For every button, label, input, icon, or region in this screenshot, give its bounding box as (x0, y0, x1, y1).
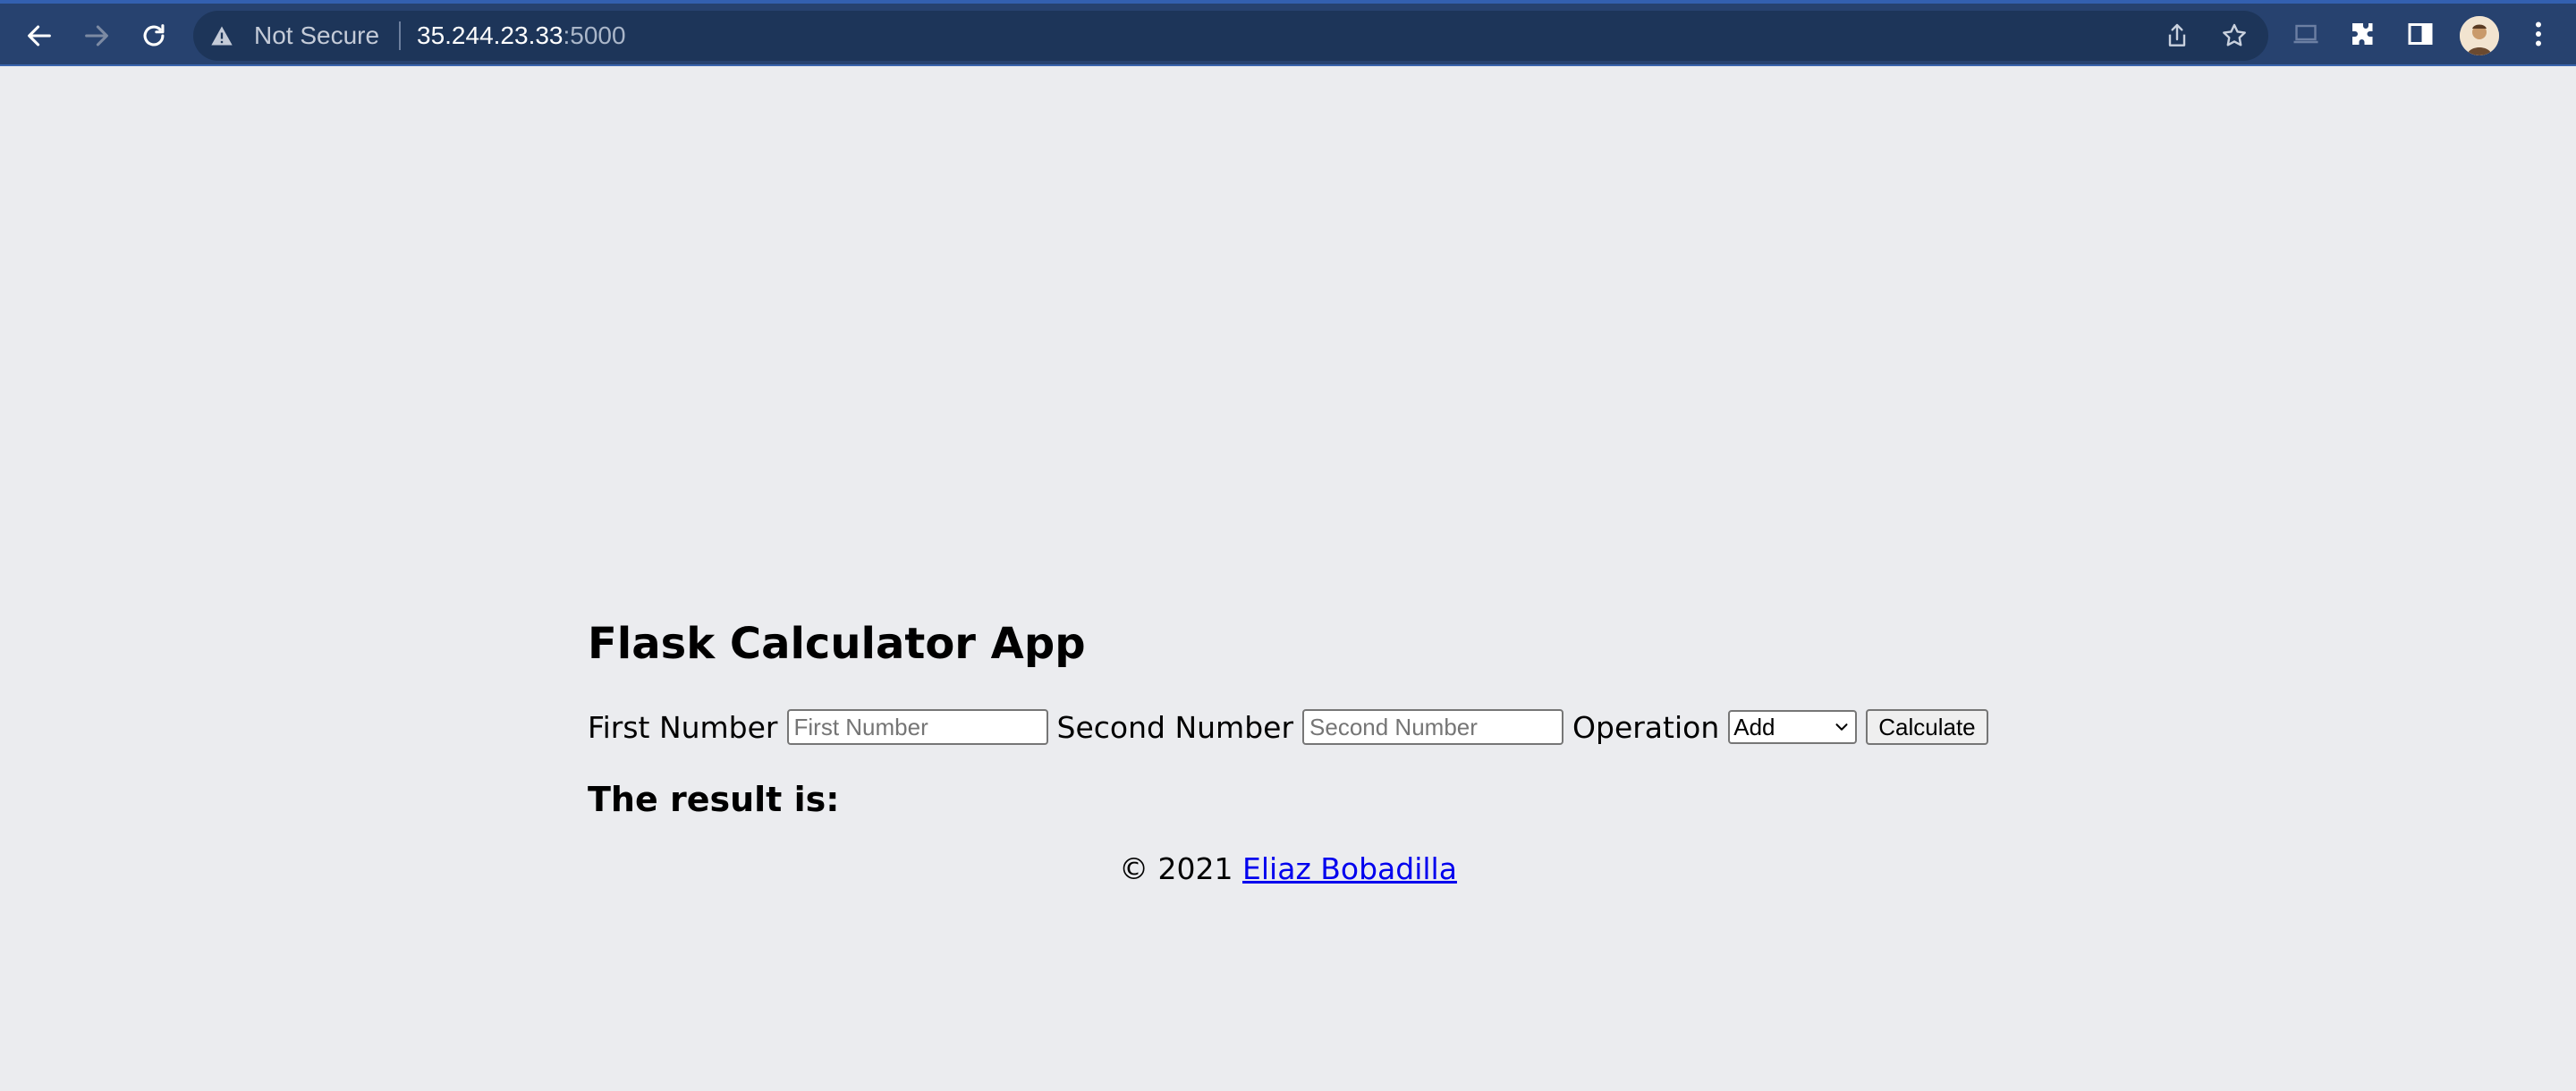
profile-avatar[interactable] (2460, 16, 2499, 55)
menu-button[interactable] (2522, 18, 2555, 50)
warning-icon[interactable] (209, 23, 234, 48)
copyright-text: © 2021 (1119, 851, 1243, 886)
more-vertical-icon (2536, 21, 2541, 47)
first-number-input[interactable] (786, 709, 1048, 745)
operation-selected-value: Add (1733, 713, 1775, 740)
bookmark-button[interactable] (2220, 21, 2249, 50)
address-bar[interactable]: Not Secure 35.244.23.33:5000 (193, 11, 2268, 61)
toolbar-border (0, 64, 2576, 66)
first-number-label: First Number (588, 709, 778, 745)
browser-toolbar: Not Secure 35.244.23.33:5000 (0, 0, 2576, 66)
operation-label: Operation (1572, 709, 1720, 745)
reload-icon (143, 24, 165, 47)
share-icon (2168, 23, 2186, 47)
calculator-form: First Number Second Number Operation Add… (588, 705, 1988, 749)
puzzle-icon (2352, 23, 2373, 45)
url-port: :5000 (563, 21, 626, 49)
reload-button[interactable] (132, 14, 175, 57)
side-panel-icon (2408, 23, 2433, 45)
second-number-input[interactable] (1302, 709, 1564, 745)
omnibox-divider (399, 21, 401, 50)
forward-button[interactable] (75, 14, 118, 57)
chevron-down-icon (1835, 723, 1848, 731)
url-host: 35.244.23.33 (417, 21, 564, 49)
star-icon (2223, 23, 2246, 47)
page-title: Flask Calculator App (588, 619, 1086, 669)
footer: © 2021 Eliaz Bobadilla (0, 850, 2576, 889)
side-panel-button[interactable] (2404, 18, 2436, 50)
back-button[interactable] (18, 14, 61, 57)
result-heading: The result is: (588, 780, 840, 819)
security-status[interactable]: Not Secure (254, 21, 379, 50)
second-number-label: Second Number (1056, 709, 1294, 745)
laptop-icon (2293, 24, 2318, 44)
arrow-left-icon (28, 25, 51, 47)
operation-select[interactable]: Add (1728, 710, 1858, 744)
url-text[interactable]: 35.244.23.33:5000 (417, 21, 626, 50)
extensions-button[interactable] (2347, 18, 2379, 50)
calculate-button[interactable]: Calculate (1866, 709, 1988, 745)
cast-button[interactable] (2290, 18, 2322, 50)
author-link[interactable]: Eliaz Bobadilla (1242, 851, 1457, 886)
arrow-right-icon (85, 25, 108, 47)
avatar-image (2460, 16, 2499, 55)
share-button[interactable] (2163, 21, 2191, 50)
